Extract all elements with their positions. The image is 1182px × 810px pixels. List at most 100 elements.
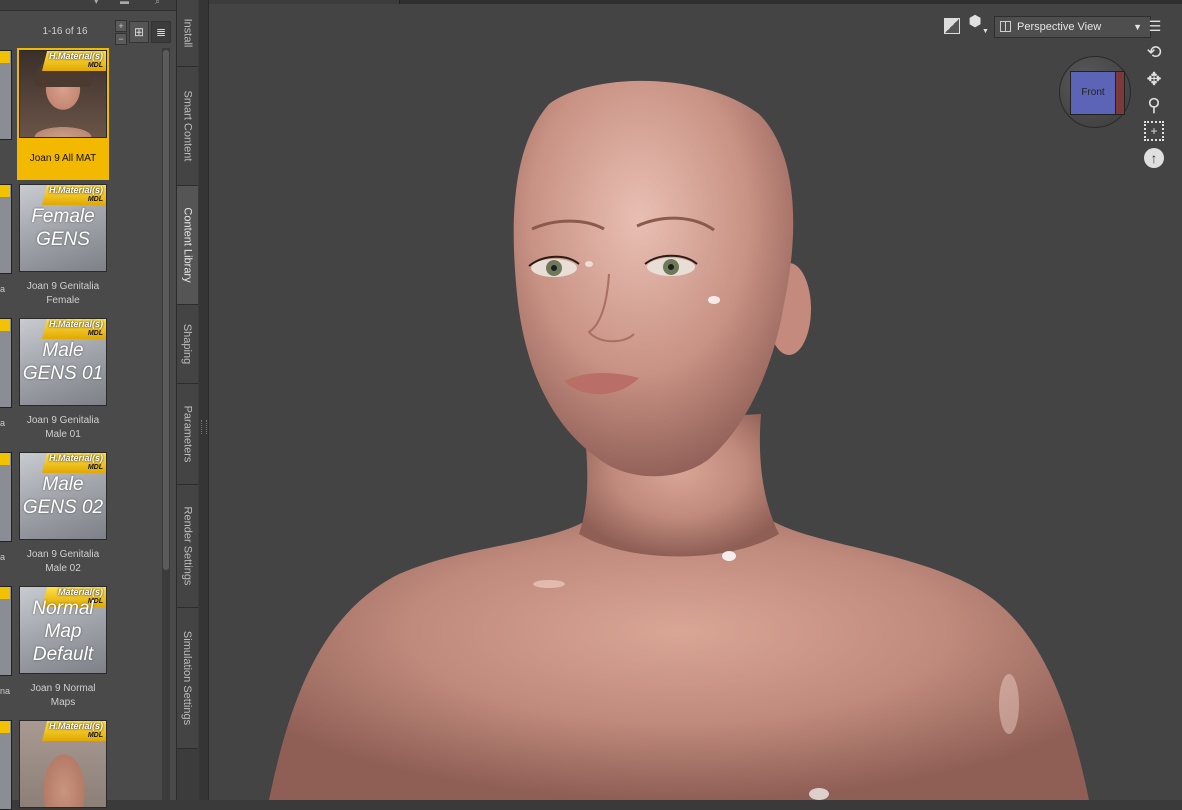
partial-tile[interactable]: [0, 318, 12, 408]
item-label: Joan 9 Genitalia Female: [26, 281, 100, 306]
content-item-normal-maps[interactable]: Material(s) MDL Normal Map Default Joan …: [17, 584, 109, 710]
rendered-figure: [269, 80, 1089, 800]
reset-view-icon[interactable]: ↑: [1144, 148, 1164, 168]
shading-icon[interactable]: ⬢: [967, 14, 983, 30]
item-thumbnail: H.Material(s) MDL Female GENS: [19, 184, 107, 272]
partial-label: a: [0, 284, 6, 294]
list-icon: ≣: [155, 25, 167, 39]
tab-label: Render Settings: [181, 506, 194, 586]
search-icon[interactable]: ⌕: [155, 0, 167, 8]
view-cube-front-face[interactable]: Front: [1070, 71, 1116, 115]
view-mode-label: Perspective View: [1017, 21, 1102, 33]
view-cube-side-face[interactable]: [1115, 71, 1125, 115]
partial-tile[interactable]: [0, 50, 12, 140]
list-view-button[interactable]: ≣: [151, 21, 171, 43]
view-mode-dropdown[interactable]: Perspective View ▼: [994, 16, 1151, 38]
badge-subtitle: MDL: [87, 196, 103, 203]
content-item-genitalia-male-02[interactable]: H.Material(s) MDL Male GENS 02 Joan 9 Ge…: [17, 450, 109, 576]
tab-label: Shaping: [181, 323, 194, 365]
partial-tile[interactable]: [0, 184, 12, 274]
badge-title: H.Material(s): [48, 185, 103, 195]
thumbnail-text: Normal Map Default: [32, 598, 94, 665]
thumbnail-text: Male GENS 02: [22, 474, 104, 518]
material-badge: H.Material(s) MDL: [42, 51, 106, 71]
badge-subtitle: MDL: [87, 464, 103, 471]
partial-label: a: [0, 418, 6, 428]
library-scrollbar[interactable]: [162, 48, 170, 800]
tab-simulation-settings[interactable]: Simulation Settings: [177, 608, 198, 749]
specular-highlight: [809, 788, 829, 800]
item-label: Joan 9 Genitalia Male 02: [26, 549, 100, 574]
content-item-genitalia-female[interactable]: H.Material(s) MDL Female GENS Joan 9 Gen…: [17, 182, 109, 308]
thumbnail-text: Female GENS: [31, 206, 95, 250]
grid-icon: ⊞: [133, 25, 145, 39]
badge: [0, 185, 10, 197]
tab-shaping[interactable]: Shaping: [177, 305, 198, 384]
library-toolbar: ▾ ▬ ⌕: [0, 0, 176, 11]
zoom-icon[interactable]: ⚲: [1143, 94, 1165, 116]
material-badge: H.Material(s) MDL: [42, 319, 106, 339]
item-label: Joan 9 Normal Maps: [30, 683, 96, 708]
chevron-down-icon: ▼: [1133, 22, 1142, 32]
partial-label: nal: [0, 686, 10, 696]
tab-label: Simulation Settings: [181, 630, 194, 726]
badge-title: H.Material(s): [48, 453, 103, 463]
thumbnail-text: Male GENS 01: [22, 340, 104, 384]
item-thumbnail: H.Material(s) MDL Male GENS 02: [19, 452, 107, 540]
tab-install[interactable]: Install: [177, 0, 198, 67]
badge: [0, 319, 10, 331]
left-pupil: [551, 265, 557, 271]
database-icon[interactable]: ▬: [120, 0, 132, 8]
draw-style-icon[interactable]: [944, 18, 960, 34]
splitter-grip-icon[interactable]: [201, 420, 207, 434]
content-item-genitalia-male-01[interactable]: H.Material(s) MDL Male GENS 01 Joan 9 Ge…: [17, 316, 109, 442]
view-layout-icon: [1000, 21, 1011, 32]
item-thumbnail: H.Material(s) MDL: [19, 720, 107, 808]
pan-icon[interactable]: ✥: [1143, 68, 1165, 90]
panel-splitter[interactable]: [199, 0, 209, 800]
badge: [0, 453, 10, 465]
orbit-icon[interactable]: ⟲: [1143, 42, 1165, 62]
partial-label: a: [0, 552, 6, 562]
partial-tile[interactable]: [0, 720, 12, 810]
filter-icon[interactable]: ▾: [94, 0, 106, 8]
tab-render-settings[interactable]: Render Settings: [177, 485, 198, 608]
item-label: Joan 9 All MAT: [29, 153, 97, 164]
stepper-down-button[interactable]: −: [115, 33, 127, 45]
grid-view-button[interactable]: ⊞: [129, 21, 149, 43]
content-item-body[interactable]: H.Material(s) MDL: [17, 718, 109, 808]
material-badge: H.Material(s) MDL: [42, 185, 106, 205]
material-badge: H.Material(s) MDL: [42, 453, 106, 473]
view-cube[interactable]: Front: [1059, 56, 1131, 128]
partial-tile[interactable]: [0, 452, 12, 542]
tab-smart-content[interactable]: Smart Content: [177, 67, 198, 186]
material-badge: H.Material(s) MDL: [42, 721, 106, 741]
badge-title: H.Material(s): [48, 51, 103, 61]
frame-icon[interactable]: +: [1144, 121, 1164, 141]
badge-subtitle: MDL: [87, 62, 103, 69]
specular-highlight: [722, 551, 736, 561]
viewport-menu-icon[interactable]: ☰: [1147, 18, 1163, 34]
tab-label: Parameters: [181, 405, 194, 463]
tab-content-library[interactable]: Content Library: [177, 186, 198, 305]
badge-title: Material(s): [57, 587, 103, 597]
scrollbar-thumb[interactable]: [163, 50, 169, 570]
torso: [269, 519, 1089, 800]
item-thumbnail: H.Material(s) MDL Male GENS 01: [19, 318, 107, 406]
partial-tile[interactable]: [0, 586, 12, 676]
3d-viewport[interactable]: ⬢ ▼ Perspective View ▼ ☰ Front ⟲ ✥ ⚲ + ↑: [209, 4, 1182, 800]
right-pupil: [668, 264, 674, 270]
page-stepper[interactable]: + −: [115, 20, 127, 45]
specular-highlight: [585, 261, 593, 267]
tab-parameters[interactable]: Parameters: [177, 384, 198, 485]
specular-highlight: [999, 674, 1019, 734]
badge-title: H.Material(s): [48, 721, 103, 731]
specular-highlight: [533, 580, 565, 588]
tab-label: Install: [181, 18, 194, 48]
stepper-up-button[interactable]: +: [115, 20, 127, 32]
badge: [0, 51, 10, 63]
content-item-joan-9-all-mat[interactable]: H.Material(s) MDL Joan 9 All MAT: [17, 48, 109, 180]
item-thumbnail: Material(s) MDL Normal Map Default: [19, 586, 107, 674]
chevron-down-icon[interactable]: ▼: [982, 28, 989, 35]
content-library-panel: ▾ ▬ ⌕ 1-16 of 16 + − ⊞ ≣ a a a nal H.Mat…: [0, 0, 177, 810]
